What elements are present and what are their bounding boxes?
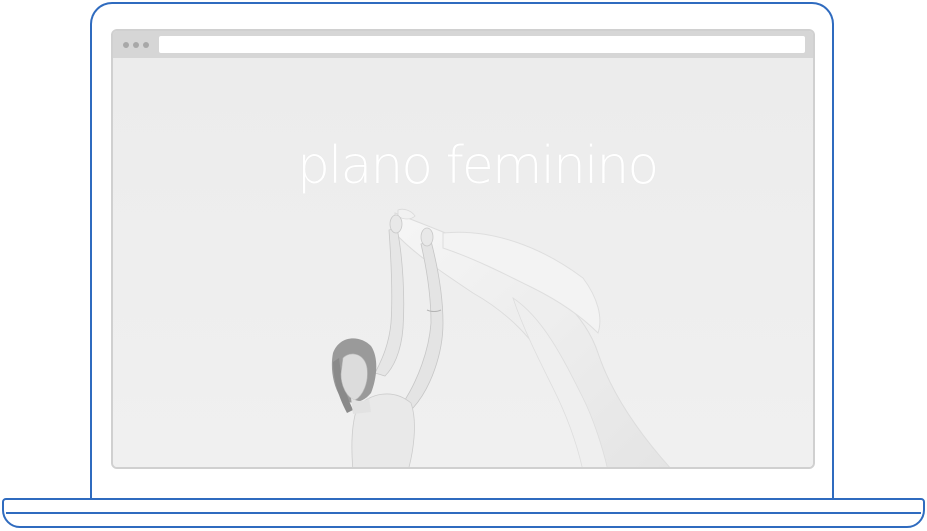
browser-window: plano feminino [111,29,815,469]
window-controls [123,42,149,48]
laptop-base [2,498,925,528]
hero-image [331,208,671,467]
address-bar[interactable] [159,36,805,53]
laptop-base-divider [6,512,921,514]
site-logo[interactable]: plano feminino [297,136,659,206]
window-dot-icon[interactable] [143,42,149,48]
laptop-mockup: plano feminino [0,0,927,531]
window-dot-icon[interactable] [123,42,129,48]
woman-figure [331,214,444,467]
browser-toolbar [113,31,813,58]
window-dot-icon[interactable] [133,42,139,48]
page-viewport: plano feminino [113,58,813,467]
